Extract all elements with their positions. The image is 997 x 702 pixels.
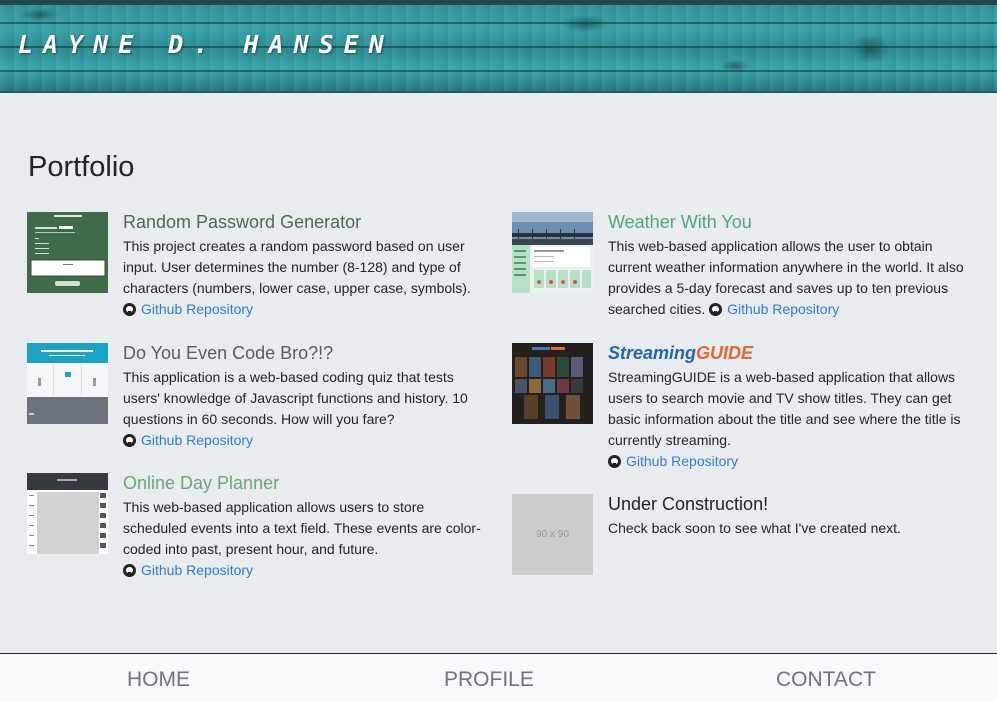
site-header: LAYNE D. HANSEN bbox=[0, 0, 997, 93]
nav-contact-link[interactable]: CONTACT bbox=[776, 668, 876, 692]
github-repository-link[interactable]: Github Repository bbox=[123, 301, 253, 317]
password-generator-thumbnail bbox=[27, 212, 108, 293]
project-body: Do You Even Code Bro?!? This application… bbox=[123, 343, 483, 451]
github-repository-link[interactable]: Github Repository bbox=[608, 453, 738, 469]
github-repository-link[interactable]: Github Repository bbox=[123, 432, 253, 448]
project-title: Under Construction! bbox=[608, 494, 769, 514]
project-title[interactable]: Do You Even Code Bro?!? bbox=[123, 341, 483, 365]
site-title[interactable]: LAYNE D. HANSEN bbox=[18, 30, 394, 59]
project-description-text: This project creates a random password b… bbox=[123, 238, 471, 296]
weather-app-thumbnail bbox=[512, 212, 593, 293]
streaming-guide-thumbnail bbox=[512, 343, 593, 424]
github-link-label: Github Repository bbox=[727, 301, 840, 317]
github-link-label: Github Repository bbox=[141, 562, 254, 578]
project-title[interactable]: Online Day Planner bbox=[123, 471, 483, 495]
github-icon bbox=[123, 303, 136, 316]
project-description-text: StreamingGUIDE is a web-based applicatio… bbox=[608, 369, 961, 448]
project-description: This web-based application allows the us… bbox=[608, 236, 968, 320]
wood-knot bbox=[850, 34, 890, 64]
wood-knot bbox=[720, 60, 750, 72]
project-description: This project creates a random password b… bbox=[123, 236, 483, 320]
placeholder-thumbnail: 90 x 90 bbox=[512, 494, 593, 575]
github-icon bbox=[123, 434, 136, 447]
day-planner-thumbnail bbox=[27, 473, 108, 554]
project-body: Under Construction! Check back soon to s… bbox=[608, 494, 968, 539]
project-title[interactable]: StreamingGUIDE bbox=[608, 341, 968, 365]
project-title-part1: Streaming bbox=[608, 343, 697, 363]
wood-knot bbox=[560, 15, 610, 33]
project-description: This web-based application allows users … bbox=[123, 497, 483, 581]
project-body: Online Day Planner This web-based applic… bbox=[123, 473, 483, 581]
project-body: Weather With You This web-based applicat… bbox=[608, 212, 968, 320]
header-border bbox=[0, 0, 997, 5]
github-link-label: Github Repository bbox=[141, 432, 254, 448]
footer-nav: HOME PROFILE CONTACT bbox=[0, 653, 997, 702]
github-icon bbox=[123, 564, 136, 577]
github-repository-link[interactable]: Github Repository bbox=[709, 301, 839, 317]
github-link-label: Github Repository bbox=[626, 453, 739, 469]
project-body: StreamingGUIDE StreamingGUIDE is a web-b… bbox=[608, 343, 968, 472]
github-icon bbox=[709, 303, 723, 316]
project-description: StreamingGUIDE is a web-based applicatio… bbox=[608, 367, 968, 472]
page-title: Portfolio bbox=[28, 151, 135, 183]
coding-quiz-thumbnail bbox=[27, 343, 108, 424]
project-title-part2: GUIDE bbox=[696, 343, 754, 363]
project-description: This application is a web-based coding q… bbox=[123, 367, 483, 451]
project-description: Check back soon to see what I've created… bbox=[608, 520, 901, 536]
github-icon bbox=[608, 455, 621, 468]
project-body: Random Password Generator This project c… bbox=[123, 212, 483, 320]
project-title[interactable]: Weather With You bbox=[608, 210, 968, 234]
github-link-label: Github Repository bbox=[141, 301, 254, 317]
project-description-text: This web-based application allows users … bbox=[123, 499, 481, 557]
project-title[interactable]: Random Password Generator bbox=[123, 210, 483, 234]
wood-knot bbox=[20, 8, 60, 22]
nav-profile-link[interactable]: PROFILE bbox=[444, 668, 534, 692]
project-description-text: This application is a web-based coding q… bbox=[123, 369, 468, 427]
nav-home-link[interactable]: HOME bbox=[127, 668, 190, 692]
github-repository-link[interactable]: Github Repository bbox=[123, 562, 253, 578]
placeholder-text: 90 x 90 bbox=[536, 529, 569, 540]
